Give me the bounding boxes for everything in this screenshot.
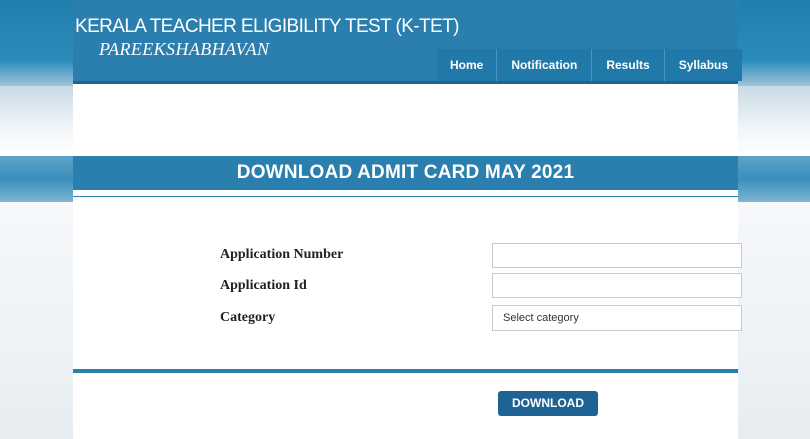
download-button[interactable]: DOWNLOAD	[498, 391, 598, 416]
page-container: KERALA TEACHER ELIGIBILITY TEST (K-TET) …	[73, 0, 743, 439]
main-nav: Home Notification Results Syllabus	[437, 49, 743, 81]
site-subtitle: PAREEKSHABHAVAN	[99, 39, 270, 59]
nav-results[interactable]: Results	[591, 49, 664, 81]
site-header: KERALA TEACHER ELIGIBILITY TEST (K-TET) …	[73, 0, 743, 84]
application-number-input[interactable]	[492, 243, 742, 268]
nav-home[interactable]: Home	[437, 49, 497, 81]
application-id-input[interactable]	[492, 273, 742, 298]
title-divider	[73, 196, 738, 197]
application-number-label: Application Number	[220, 247, 344, 262]
category-label: Category	[220, 310, 276, 325]
page-title: DOWNLOAD ADMIT CARD MAY 2021	[73, 156, 738, 190]
site-title: KERALA TEACHER ELIGIBILITY TEST (K-TET)	[75, 16, 459, 37]
nav-notification[interactable]: Notification	[496, 49, 592, 81]
form-divider	[73, 369, 738, 373]
nav-syllabus[interactable]: Syllabus	[663, 49, 743, 81]
category-select[interactable]: Select category	[492, 305, 742, 331]
application-id-label: Application Id	[220, 278, 307, 293]
